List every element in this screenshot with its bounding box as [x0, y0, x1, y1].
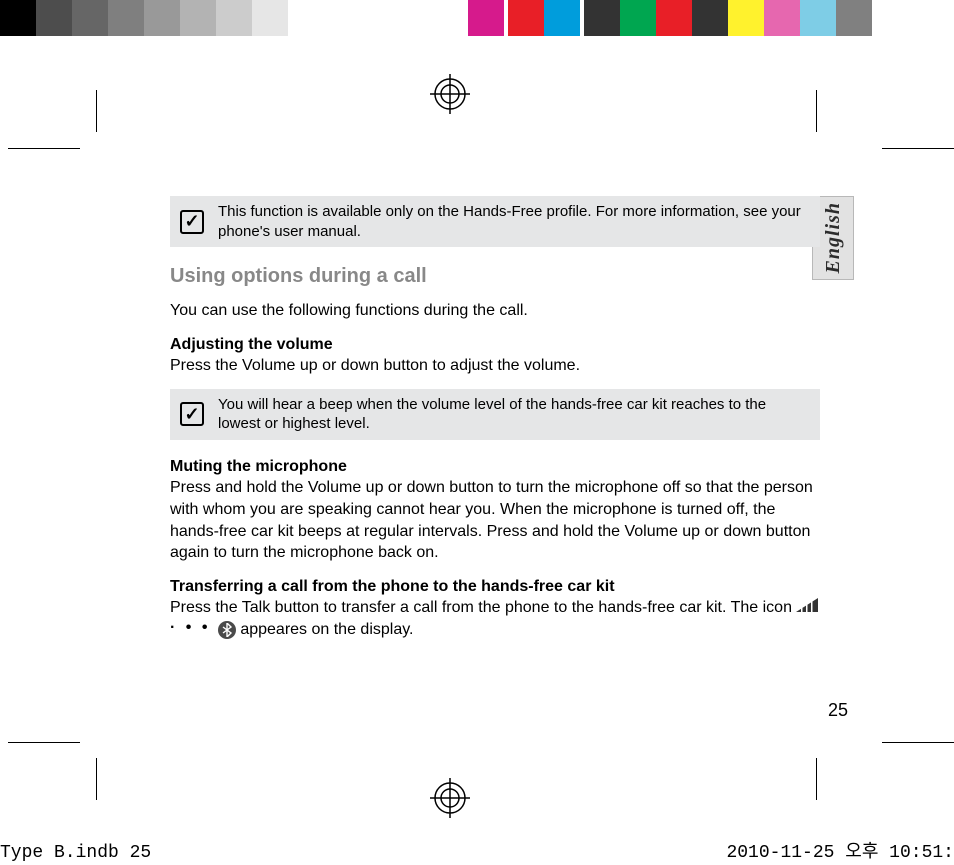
- color-calibration-bar: [0, 0, 954, 36]
- subsection-body: Press the Volume up or down button to ad…: [170, 357, 580, 374]
- info-note: ✓ This function is available only on the…: [170, 196, 820, 247]
- subsection-body-b: appeares on the display.: [240, 621, 413, 638]
- info-note: ✓ You will hear a beep when the volume l…: [170, 389, 820, 440]
- intro-text: You can use the following functions duri…: [170, 300, 820, 322]
- connection-dots-icon: · • •: [170, 619, 218, 636]
- crop-mark-icon: [814, 740, 904, 800]
- crop-mark-icon: [8, 90, 98, 150]
- crop-mark-icon: [814, 90, 904, 150]
- checkmark-icon: ✓: [180, 402, 204, 426]
- subsection-heading: Adjusting the volume: [170, 336, 333, 353]
- page-content: ✓ This function is available only on the…: [170, 196, 820, 653]
- subsection-body-a: Press the Talk button to transfer a call…: [170, 599, 796, 616]
- subsection-volume: Adjusting the volume Press the Volume up…: [170, 334, 820, 377]
- signal-icon: [796, 597, 818, 619]
- registration-mark-icon: [430, 778, 470, 818]
- bluetooth-icon: [218, 621, 236, 639]
- checkmark-icon: ✓: [180, 210, 204, 234]
- footer-timestamp: 2010-11-25 오후 10:51:: [726, 837, 954, 863]
- language-label: English: [822, 202, 845, 273]
- page-number: 25: [828, 700, 848, 721]
- subsection-transfer: Transferring a call from the phone to th…: [170, 576, 820, 641]
- crop-mark-icon: [8, 740, 98, 800]
- note-text: You will hear a beep when the volume lev…: [218, 396, 766, 433]
- subsection-heading: Muting the microphone: [170, 458, 347, 475]
- subsection-mute: Muting the microphone Press and hold the…: [170, 456, 820, 564]
- subsection-heading: Transferring a call from the phone to th…: [170, 578, 615, 595]
- registration-mark-icon: [430, 74, 470, 114]
- note-text: This function is available only on the H…: [218, 203, 801, 240]
- section-heading: Using options during a call: [170, 263, 820, 290]
- subsection-body: Press and hold the Volume up or down but…: [170, 479, 813, 561]
- footer-filename: Type B.indb 25: [0, 843, 151, 863]
